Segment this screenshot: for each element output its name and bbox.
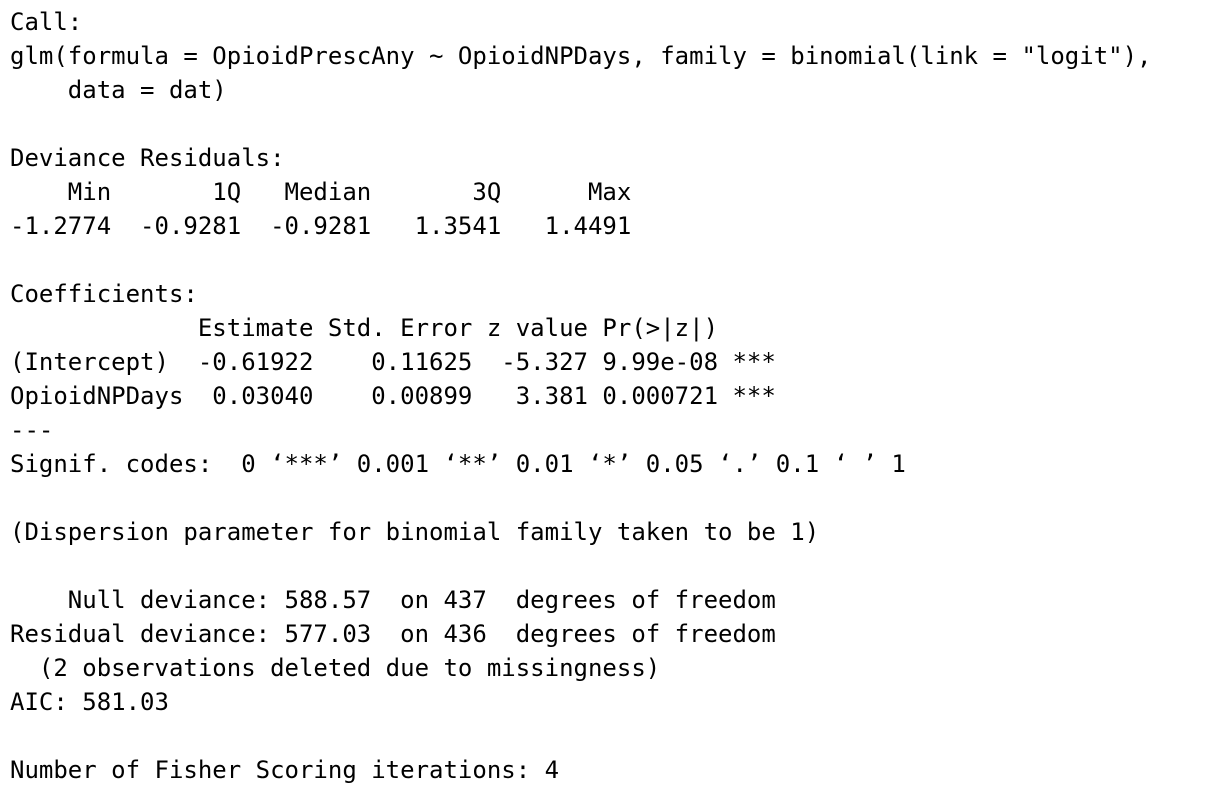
null-deviance-line: Null deviance: 588.57 on 437 degrees of … (10, 586, 776, 614)
deviance-residuals-header-row: Min 1Q Median 3Q Max (10, 178, 632, 206)
residual-deviance-line: Residual deviance: 577.03 on 436 degrees… (10, 620, 776, 648)
call-heading: Call: (10, 8, 83, 36)
separator-line: --- (10, 416, 54, 444)
coefficients-intercept-row: (Intercept) -0.61922 0.11625 -5.327 9.99… (10, 348, 776, 376)
coefficients-heading: Coefficients: (10, 280, 198, 308)
call-formula-line: glm(formula = OpioidPrescAny ~ OpioidNPD… (10, 42, 1152, 70)
deviance-residuals-heading: Deviance Residuals: (10, 144, 285, 172)
dispersion-parameter-line: (Dispersion parameter for binomial famil… (10, 518, 820, 546)
aic-line: AIC: 581.03 (10, 688, 169, 716)
call-data-line: data = dat) (10, 76, 227, 104)
coefficients-header-row: Estimate Std. Error z value Pr(>|z|) (10, 314, 719, 342)
fisher-scoring-iterations-line: Number of Fisher Scoring iterations: 4 (10, 756, 560, 784)
signif-codes-line: Signif. codes: 0 ‘***’ 0.001 ‘**’ 0.01 ‘… (10, 450, 906, 478)
missingness-note-line: (2 observations deleted due to missingne… (10, 654, 661, 682)
coefficients-opioidnpdays-row: OpioidNPDays 0.03040 0.00899 3.381 0.000… (10, 382, 776, 410)
r-console-output: Call: glm(formula = OpioidPrescAny ~ Opi… (10, 5, 1210, 787)
deviance-residuals-values-row: -1.2774 -0.9281 -0.9281 1.3541 1.4491 (10, 212, 632, 240)
